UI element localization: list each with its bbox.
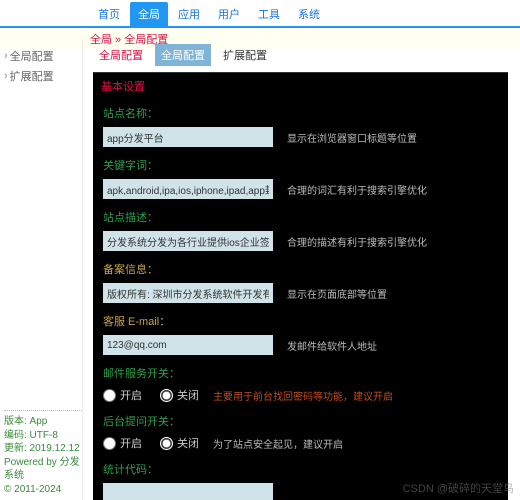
footer-copyright: © 2011-2024 <box>4 483 82 497</box>
footer-updated: 更新: 2019.12.12 <box>4 442 82 456</box>
keywords-hint: 合理的词汇有利于搜索引擎优化 <box>287 182 427 197</box>
admin-tip-hint: 为了站点安全起见，建议开启 <box>213 436 343 451</box>
admin-tip-off-radio[interactable] <box>160 437 173 450</box>
site-name-label: 站点名称： <box>103 105 498 121</box>
footer-powered-prefix: Powered by <box>4 457 60 468</box>
tab-home[interactable]: 首页 <box>90 2 128 26</box>
section-basic-header: 基本设置 <box>93 72 508 99</box>
sidebar-item-ext-config[interactable]: 扩展配置 <box>4 66 74 86</box>
stats-textarea[interactable] <box>103 483 273 500</box>
mail-svc-on-label: 开启 <box>120 387 142 403</box>
record-hint: 显示在页面底部等位置 <box>287 286 387 301</box>
footer-info: 版本: App 编码: UTF-8 更新: 2019.12.12 Powered… <box>4 410 82 496</box>
site-name-input[interactable] <box>103 127 273 147</box>
admin-tip-on-label: 开启 <box>120 435 142 451</box>
subtab-global-config-title: 全局配置 <box>93 44 149 66</box>
keywords-label: 关键字词： <box>103 157 498 173</box>
keywords-input[interactable] <box>103 179 273 199</box>
sidebar: 全局配置 扩展配置 <box>0 38 78 94</box>
mail-svc-off-label: 关闭 <box>177 387 199 403</box>
email-label: 客服 E-mail： <box>103 313 498 329</box>
subtab-ext-config[interactable]: 扩展配置 <box>217 44 273 66</box>
subtab-global-config[interactable]: 全局配置 <box>155 44 211 66</box>
sidebar-item-label: 全局配置 <box>10 48 54 64</box>
subtabs: 全局配置 全局配置 扩展配置 <box>93 44 508 66</box>
mail-svc-off[interactable]: 关闭 <box>160 387 199 403</box>
stats-label: 统计代码： <box>103 461 498 477</box>
footer-encoding: 编码: UTF-8 <box>4 429 82 443</box>
admin-tip-off[interactable]: 关闭 <box>160 435 199 451</box>
footer-powered: Powered by 分发系统 <box>4 456 82 483</box>
admin-tip-on[interactable]: 开启 <box>103 435 142 451</box>
admin-tip-off-label: 关闭 <box>177 435 199 451</box>
tab-tools[interactable]: 工具 <box>250 2 288 26</box>
record-input[interactable] <box>103 283 273 303</box>
mail-svc-on-radio[interactable] <box>103 389 116 402</box>
admin-tip-radios: 开启 关闭 <box>103 435 199 451</box>
site-desc-hint: 合理的描述有利于搜索引擎优化 <box>287 234 427 249</box>
admin-tip-label: 后台提问开关： <box>103 413 498 429</box>
email-hint: 发邮件给软件人地址 <box>287 338 377 353</box>
mail-svc-radios: 开启 关闭 <box>103 387 199 403</box>
site-desc-input[interactable] <box>103 231 273 251</box>
section-basic-body: 站点名称： 显示在浏览器窗口标题等位置 关键字词： 合理的词汇有利于搜索引擎优化… <box>93 99 508 500</box>
mail-svc-on[interactable]: 开启 <box>103 387 142 403</box>
tab-global[interactable]: 全局 <box>130 2 168 26</box>
tab-users[interactable]: 用户 <box>210 2 248 26</box>
mail-svc-hint: 主要用于前台找回密码等功能，建议开启 <box>213 388 393 403</box>
mail-svc-off-radio[interactable] <box>160 389 173 402</box>
main-panel: 全局配置 全局配置 扩展配置 基本设置 站点名称： 显示在浏览器窗口标题等位置 … <box>82 38 518 500</box>
site-desc-label: 站点描述： <box>103 209 498 225</box>
mail-svc-label: 邮件服务开关： <box>103 365 498 381</box>
tab-apps[interactable]: 应用 <box>170 2 208 26</box>
site-name-hint: 显示在浏览器窗口标题等位置 <box>287 130 417 145</box>
tab-system[interactable]: 系统 <box>290 2 328 26</box>
email-input[interactable] <box>103 335 273 355</box>
sidebar-item-label: 扩展配置 <box>10 68 54 84</box>
sidebar-item-global-config[interactable]: 全局配置 <box>4 46 74 66</box>
record-label: 备案信息： <box>103 261 498 277</box>
footer-version: 版本: App <box>4 415 82 429</box>
admin-tip-on-radio[interactable] <box>103 437 116 450</box>
top-nav: 首页 全局 应用 用户 工具 系统 <box>0 0 520 26</box>
